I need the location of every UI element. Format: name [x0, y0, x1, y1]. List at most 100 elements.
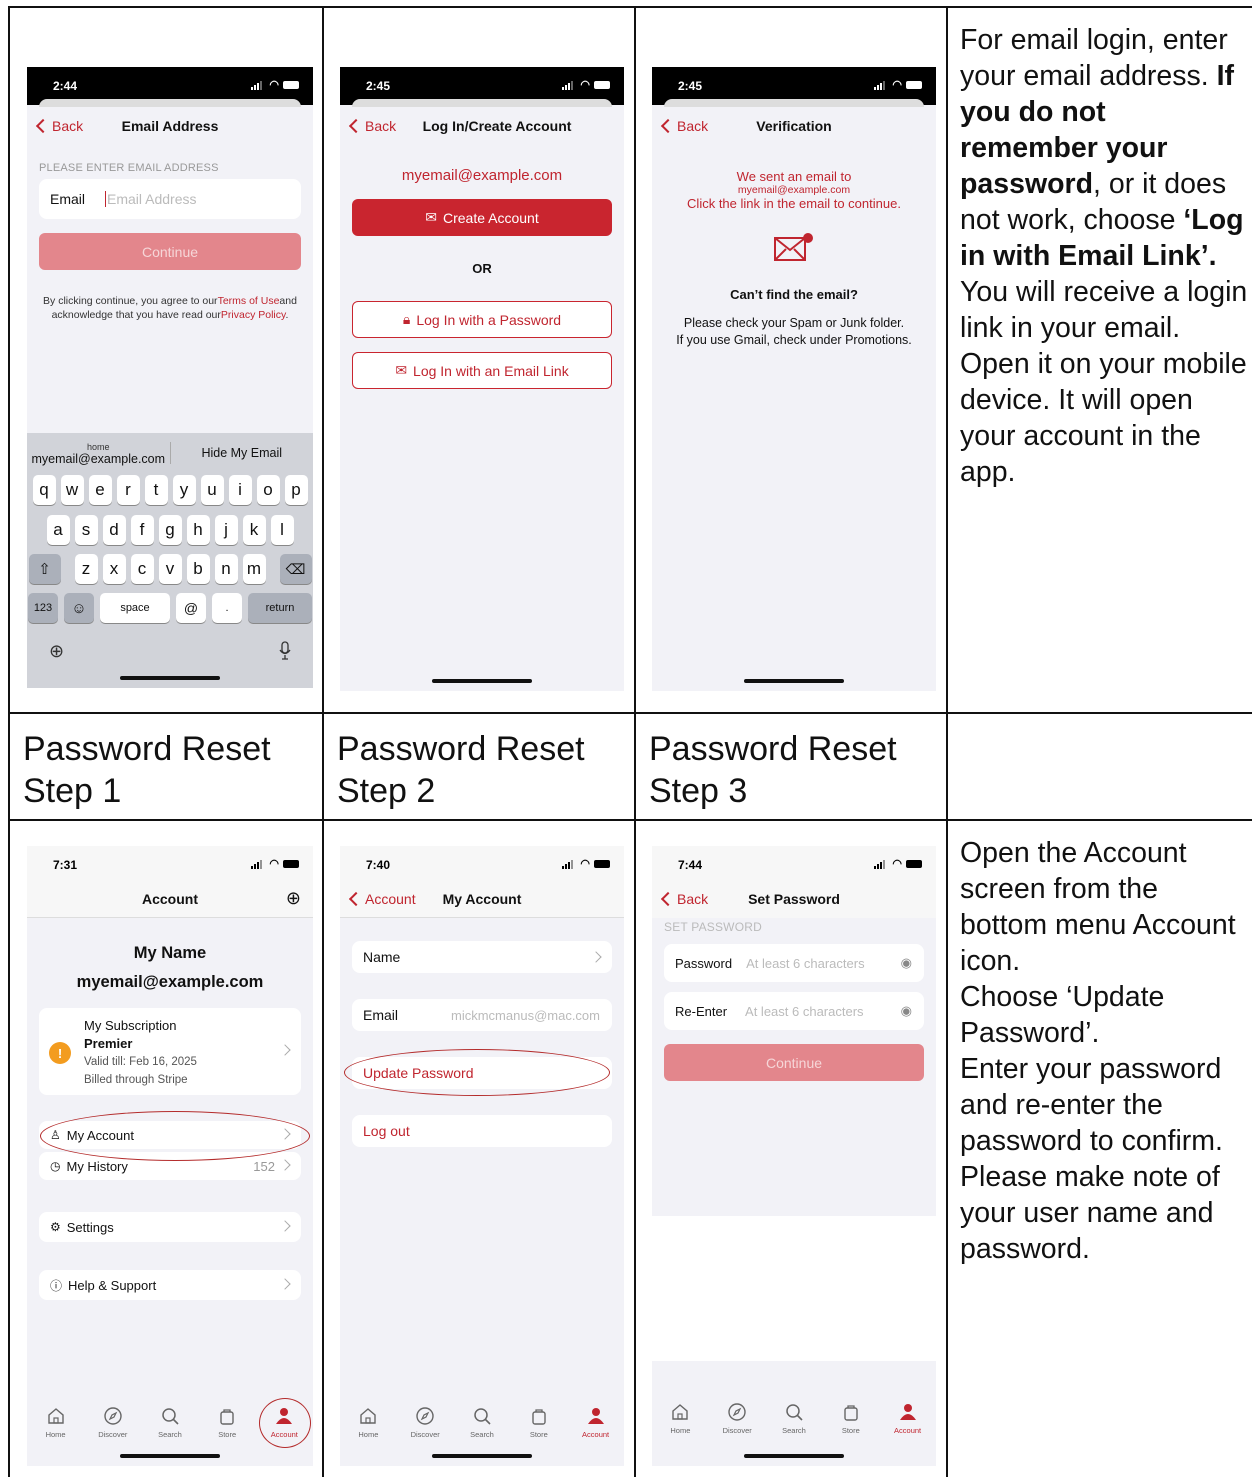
tab-discover[interactable]: Discover	[397, 1398, 453, 1448]
continue-button[interactable]: Continue	[664, 1044, 924, 1081]
subscription-card[interactable]: ! My Subscription Premier Valid till: Fe…	[39, 1008, 301, 1095]
tab-store[interactable]: Store	[823, 1394, 879, 1444]
reenter-password-field[interactable]: Re-Enter At least 6 characters ◉	[664, 992, 924, 1030]
key-x[interactable]: x	[102, 554, 126, 584]
suggestion-hide-my-email[interactable]: Hide My Email	[171, 446, 314, 460]
back-button[interactable]: Back	[348, 107, 396, 145]
instruction-table: 2:44 ◠ Back Email Address PLEASE ENTER E…	[8, 6, 1252, 1477]
key-p[interactable]: p	[284, 475, 308, 505]
eye-icon[interactable]: ◉	[901, 1003, 912, 1019]
globe-icon[interactable]: ⊕	[286, 888, 301, 909]
key-v[interactable]: v	[158, 554, 182, 584]
chevron-left-icon	[660, 118, 676, 134]
chevron-right-icon	[279, 1220, 291, 1232]
at-key[interactable]: @	[176, 593, 206, 623]
emoji-key[interactable]: ☺	[64, 593, 94, 623]
tab-home[interactable]: Home	[340, 1398, 396, 1448]
tab-label: Search	[470, 1430, 494, 1439]
key-r[interactable]: r	[116, 475, 140, 505]
space-key[interactable]: space	[100, 593, 170, 623]
key-i[interactable]: i	[228, 475, 252, 505]
key-m[interactable]: m	[242, 554, 266, 584]
tab-label: Discover	[722, 1426, 752, 1435]
screen-title: Verification	[756, 118, 832, 134]
key-g[interactable]: g	[158, 515, 182, 545]
key-o[interactable]: o	[256, 475, 280, 505]
privacy-link[interactable]: Privacy Policy	[221, 309, 286, 321]
tab-discover[interactable]: Discover	[709, 1394, 765, 1444]
key-a[interactable]: a	[46, 515, 70, 545]
create-account-button[interactable]: ✉ Create Account	[352, 199, 612, 236]
password-field[interactable]: Password At least 6 characters ◉	[664, 944, 924, 982]
help-support-item[interactable]: ⓘ Help & Support	[39, 1270, 301, 1300]
key-d[interactable]: d	[102, 515, 126, 545]
return-key[interactable]: return	[248, 593, 312, 623]
login-with-password-button[interactable]: 🔒︎ Log In with a Password	[352, 301, 612, 338]
key-c[interactable]: c	[130, 554, 154, 584]
key-w[interactable]: w	[60, 475, 84, 505]
key-n[interactable]: n	[214, 554, 238, 584]
tab-store[interactable]: Store	[511, 1398, 567, 1448]
shift-key[interactable]: ⇧	[28, 554, 61, 584]
tab-search[interactable]: Search	[142, 1398, 198, 1448]
keyboard-suggestions: home myemail@example.com Hide My Email	[27, 433, 313, 473]
key-k[interactable]: k	[242, 515, 266, 545]
email-field[interactable]: Email Email Address	[39, 179, 301, 219]
globe-icon[interactable]: ⊕	[49, 641, 64, 662]
account-icon	[898, 1402, 918, 1422]
tab-discover[interactable]: Discover	[85, 1398, 141, 1448]
back-button[interactable]: Back	[35, 107, 83, 145]
logout-item[interactable]: Log out	[352, 1115, 612, 1147]
key-t[interactable]: t	[144, 475, 168, 505]
key-l[interactable]: l	[270, 515, 294, 545]
suggestion-email[interactable]: home myemail@example.com	[27, 441, 170, 465]
cell-step-2-title: Password Reset Step 2	[324, 714, 636, 821]
phone-my-account: 7:40 ◠ Account My Account Name Email mick…	[340, 846, 624, 1466]
eye-icon[interactable]: ◉	[901, 955, 912, 971]
tab-account[interactable]: Account	[568, 1398, 624, 1448]
key-q[interactable]: q	[32, 475, 56, 505]
signal-icon	[874, 859, 888, 869]
account-icon	[586, 1406, 606, 1426]
nav-bar: Back Set Password	[652, 880, 936, 918]
name-item[interactable]: Name	[352, 941, 612, 973]
status-bar: 7:31 ◠	[27, 846, 313, 884]
subscription-badge-icon: !	[49, 1042, 71, 1064]
keyboard: home myemail@example.com Hide My Email qw…	[27, 433, 313, 688]
numbers-key[interactable]: 123	[28, 593, 58, 623]
sent-message: We sent an email to myemail@example.com …	[687, 169, 901, 211]
back-button[interactable]: Back	[660, 107, 708, 145]
tab-search[interactable]: Search	[454, 1398, 510, 1448]
tab-home[interactable]: Home	[652, 1394, 708, 1444]
tab-search[interactable]: Search	[766, 1394, 822, 1444]
status-time: 2:45	[366, 79, 391, 93]
microphone-icon[interactable]	[279, 641, 291, 661]
dot-key[interactable]: .	[212, 593, 242, 623]
reenter-password-input[interactable]: At least 6 characters	[745, 1004, 864, 1019]
key-z[interactable]: z	[74, 554, 98, 584]
back-button[interactable]: Back	[660, 880, 708, 918]
delete-key[interactable]: ⌫	[279, 554, 312, 584]
password-input[interactable]: At least 6 characters	[746, 956, 865, 971]
discover-icon	[103, 1406, 123, 1426]
status-time: 2:45	[678, 79, 703, 93]
back-button[interactable]: Account	[348, 880, 416, 918]
tab-account[interactable]: Account	[880, 1394, 936, 1444]
email-input[interactable]: Email Address	[105, 191, 197, 207]
tab-store[interactable]: Store	[199, 1398, 255, 1448]
key-e[interactable]: e	[88, 475, 112, 505]
key-u[interactable]: u	[200, 475, 224, 505]
login-with-email-link-button[interactable]: ✉ Log In with an Email Link	[352, 352, 612, 389]
key-s[interactable]: s	[74, 515, 98, 545]
key-f[interactable]: f	[130, 515, 154, 545]
terms-link[interactable]: Terms of Use	[218, 295, 280, 307]
key-y[interactable]: y	[172, 475, 196, 505]
key-h[interactable]: h	[186, 515, 210, 545]
battery-icon	[906, 81, 922, 89]
key-b[interactable]: b	[186, 554, 210, 584]
tab-home[interactable]: Home	[28, 1398, 84, 1448]
battery-icon	[906, 860, 922, 868]
settings-item[interactable]: ⚙ Settings	[39, 1212, 301, 1242]
key-j[interactable]: j	[214, 515, 238, 545]
continue-button[interactable]: Continue	[39, 233, 301, 270]
